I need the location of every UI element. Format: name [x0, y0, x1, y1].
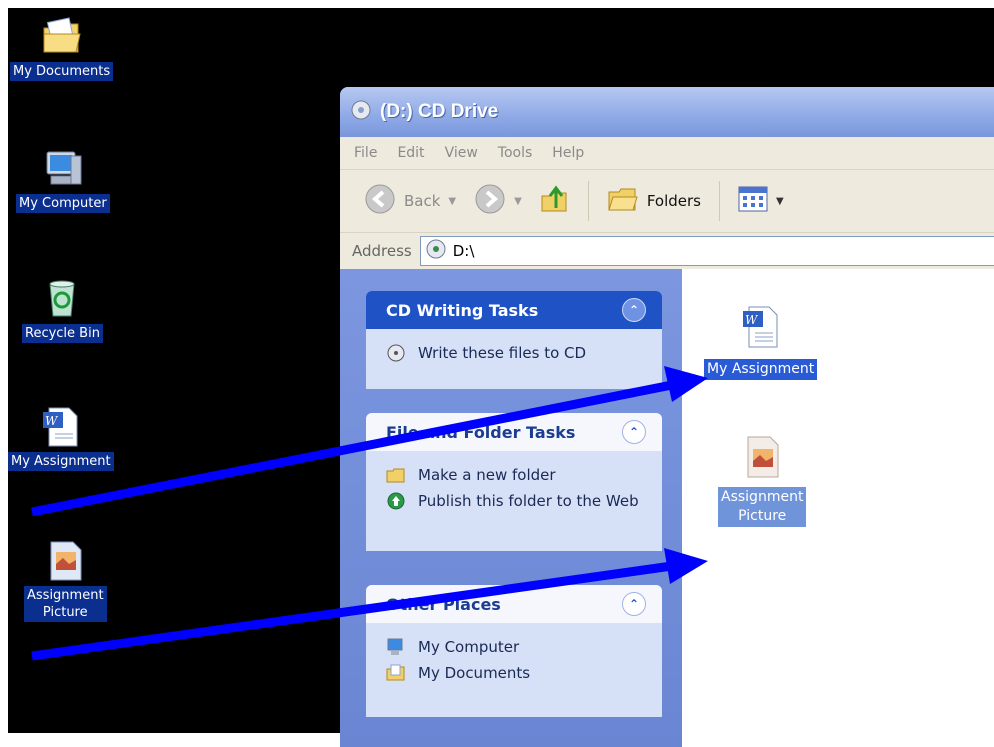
desktop-icon-label: Assignment Picture — [24, 586, 107, 622]
address-input[interactable]: D:\ — [419, 236, 994, 266]
file-label: Assignment Picture — [718, 487, 807, 527]
dropdown-caret-icon[interactable]: ▼ — [448, 196, 456, 207]
menu-tools[interactable]: Tools — [498, 145, 533, 161]
folders-button[interactable]: Folders — [601, 180, 707, 222]
panel-header[interactable]: Other Places ⌃ — [366, 585, 662, 623]
panel-title: CD Writing Tasks — [386, 300, 539, 320]
menu-file[interactable]: File — [354, 145, 377, 161]
dropdown-caret-icon[interactable]: ▼ — [776, 196, 784, 207]
desktop-icon-label: My Assignment — [8, 452, 114, 471]
desktop-icon-label: My Computer — [16, 194, 110, 213]
address-value: D:\ — [452, 242, 475, 260]
collapse-chevron-icon[interactable]: ⌃ — [622, 420, 646, 444]
new-folder-icon — [386, 465, 406, 485]
svg-text:W: W — [745, 313, 759, 327]
task-publish-to-web[interactable]: Publish this folder to the Web — [386, 491, 650, 511]
publish-web-icon — [386, 491, 406, 511]
desktop-icon-my-computer[interactable]: My Computer — [16, 146, 110, 213]
views-button[interactable]: ▼ — [732, 182, 790, 220]
window-title: (D:) CD Drive — [380, 101, 499, 122]
panel-header[interactable]: CD Writing Tasks ⌃ — [366, 291, 662, 329]
image-file-icon — [742, 433, 782, 483]
explorer-window[interactable]: (D:) CD Drive File Edit View Tools Help … — [340, 87, 994, 747]
word-document-icon: W — [739, 303, 783, 355]
my-documents-icon — [386, 663, 406, 683]
collapse-chevron-icon[interactable]: ⌃ — [622, 298, 646, 322]
file-assignment-picture[interactable]: Assignment Picture — [718, 433, 807, 527]
menu-edit[interactable]: Edit — [397, 145, 424, 161]
forward-button[interactable]: ▼ — [468, 179, 528, 223]
address-label: Address — [352, 242, 412, 260]
place-my-computer[interactable]: My Computer — [386, 637, 650, 657]
menu-view[interactable]: View — [445, 145, 478, 161]
desktop-icon-recycle-bin[interactable]: Recycle Bin — [22, 276, 103, 343]
title-bar[interactable]: (D:) CD Drive — [340, 87, 994, 137]
word-document-icon: W — [39, 404, 83, 448]
desktop-icon-assignment-picture[interactable]: Assignment Picture — [24, 538, 107, 622]
svg-text:W: W — [45, 414, 59, 428]
folders-label: Folders — [646, 192, 701, 210]
back-button[interactable]: Back ▼ — [358, 179, 462, 223]
dropdown-caret-icon[interactable]: ▼ — [514, 196, 522, 207]
back-label: Back — [404, 192, 441, 210]
my-computer-icon — [41, 146, 85, 190]
menu-help[interactable]: Help — [552, 145, 584, 161]
task-pane: CD Writing Tasks ⌃ Write these files to … — [340, 269, 682, 747]
place-my-documents[interactable]: My Documents — [386, 663, 650, 683]
desktop-icon-my-assignment[interactable]: W My Assignment — [8, 404, 114, 471]
panel-header[interactable]: File and Folder Tasks ⌃ — [366, 413, 662, 451]
up-folder-button[interactable] — [534, 180, 576, 222]
task-make-new-folder[interactable]: Make a new folder — [386, 465, 650, 485]
other-places-panel: Other Places ⌃ My Computer My Documents — [366, 585, 662, 717]
forward-arrow-icon — [474, 183, 506, 219]
my-computer-icon — [386, 637, 406, 657]
panel-title: File and Folder Tasks — [386, 422, 576, 442]
toolbar-separator — [587, 181, 589, 221]
panel-title: Other Places — [386, 594, 501, 614]
my-documents-icon — [40, 14, 84, 58]
cd-burn-icon — [386, 343, 406, 363]
folders-icon — [607, 184, 639, 218]
back-arrow-icon — [364, 183, 396, 219]
file-my-assignment[interactable]: W My Assignment — [704, 303, 818, 380]
recycle-bin-icon — [40, 276, 84, 320]
toolbar: Back ▼ ▼ Folders ▼ — [340, 169, 994, 232]
cd-writing-tasks-panel: CD Writing Tasks ⌃ Write these files to … — [366, 291, 662, 389]
collapse-chevron-icon[interactable]: ⌃ — [622, 592, 646, 616]
file-label: My Assignment — [704, 359, 818, 380]
menu-bar: File Edit View Tools Help — [340, 137, 994, 169]
image-file-icon — [43, 538, 87, 582]
desktop-icon-label: Recycle Bin — [22, 324, 103, 343]
file-folder-tasks-panel: File and Folder Tasks ⌃ Make a new folde… — [366, 413, 662, 551]
task-write-to-cd[interactable]: Write these files to CD — [386, 343, 650, 363]
toolbar-separator — [719, 181, 720, 221]
up-folder-icon — [540, 184, 570, 218]
file-view[interactable]: W My Assignment Assignment Picture — [682, 269, 994, 747]
cd-drive-icon — [350, 99, 372, 125]
desktop-icon-label: My Documents — [10, 62, 114, 81]
address-bar: Address D:\ — [340, 232, 994, 269]
cd-drive-icon — [425, 238, 447, 264]
desktop-icon-my-documents[interactable]: My Documents — [10, 14, 114, 81]
views-icon — [738, 186, 768, 216]
